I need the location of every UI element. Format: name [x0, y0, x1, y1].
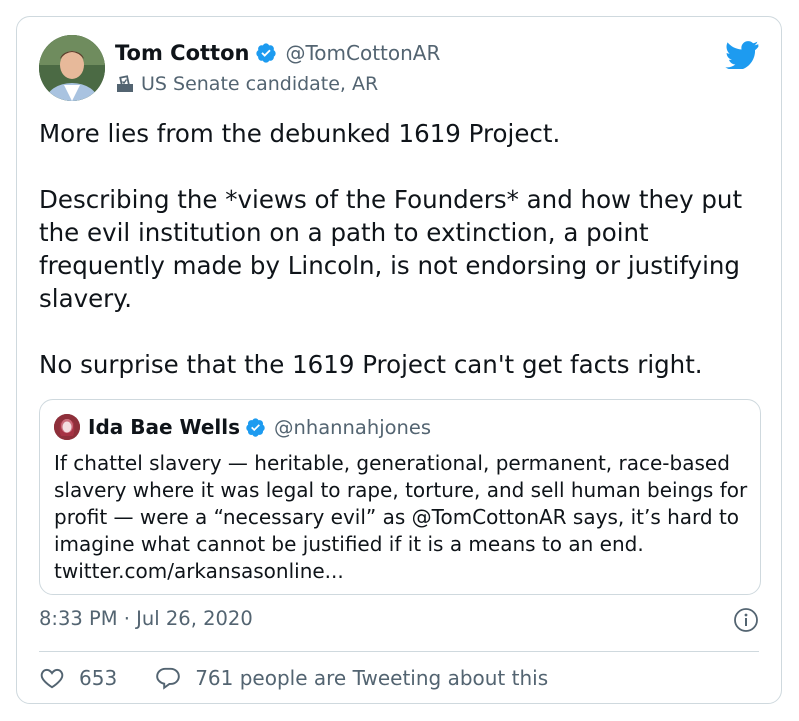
quoted-verified-badge-icon [246, 417, 265, 437]
quoted-tweet[interactable]: Ida Bae Wells @nhannahjones If chattel s… [39, 399, 761, 595]
ballot-box-icon [117, 75, 133, 92]
heart-icon [40, 668, 64, 689]
info-icon[interactable] [733, 607, 759, 633]
quoted-tweet-text: If chattel slavery — heritable, generati… [54, 451, 748, 583]
account-label: US Senate candidate, AR [141, 73, 379, 95]
like-count: 653 [79, 666, 118, 690]
divider [39, 651, 759, 652]
tweet-card: Tom Cotton @TomCottonAR US Senate candid… [16, 16, 782, 704]
tweet-body-text: More lies from the debunked 1619 Project… [39, 119, 743, 379]
verified-badge-icon [256, 43, 277, 63]
quoted-author-display-name[interactable]: Ida Bae Wells [88, 415, 240, 439]
quoted-author-avatar[interactable] [54, 414, 80, 440]
twitter-bird-icon[interactable] [725, 41, 759, 69]
author-display-name[interactable]: Tom Cotton [115, 41, 249, 65]
quoted-author-handle[interactable]: @nhannahjones [274, 416, 431, 439]
like-button[interactable]: 653 [39, 665, 117, 691]
conversation-text: 761 people are Tweeting about this [195, 666, 549, 690]
tweet-header: Tom Cotton @TomCottonAR US Senate candid… [39, 35, 759, 105]
reply-bubble-icon [156, 667, 180, 690]
author-avatar[interactable] [39, 35, 105, 101]
conversation-button[interactable]: 761 people are Tweeting about this [155, 665, 548, 691]
author-handle[interactable]: @TomCottonAR [285, 41, 440, 65]
tweet-timestamp[interactable]: 8:33 PM · Jul 26, 2020 [39, 607, 253, 630]
tweet-actions: 653 761 people are Tweeting about this [39, 665, 548, 691]
